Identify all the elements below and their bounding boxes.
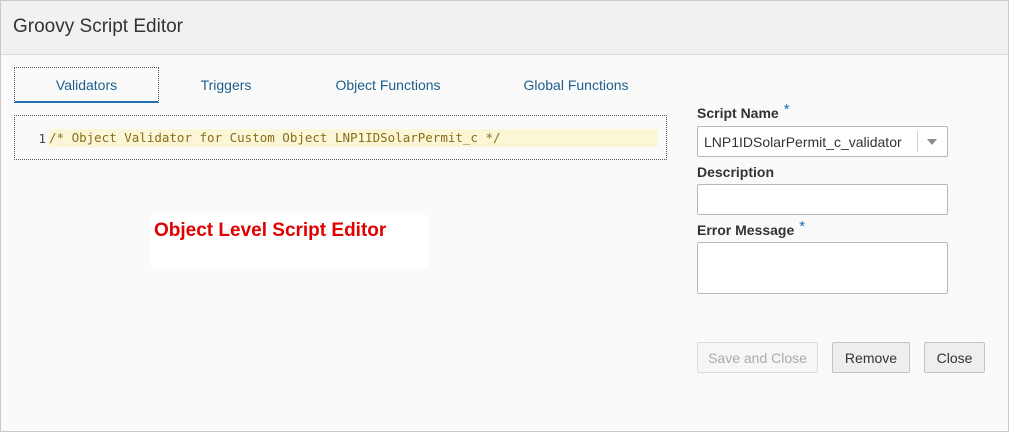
tab-label: Validators [55,76,118,93]
tab-object-functions[interactable]: Object Functions [319,67,457,103]
script-name-select[interactable]: LNP1IDSolarPermit_c_validator [697,126,948,157]
script-name-label-text: Script Name [697,105,779,121]
tab-label: Object Functions [335,77,441,93]
script-name-value: LNP1IDSolarPermit_c_validator [704,134,902,150]
tab-global-functions[interactable]: Global Functions [506,67,646,103]
line-number: 1 [38,130,46,146]
annotation-text: Object Level Script Editor [154,220,387,241]
annotation-callout: Object Level Script Editor [151,215,428,268]
script-name-label: Script Name * [697,101,790,122]
error-message-field[interactable] [697,242,948,294]
line-code[interactable]: /* Object Validator for Custom Object LN… [49,129,658,147]
tab-label: Global Functions [523,77,629,93]
error-message-label: Error Message * [697,218,805,239]
remove-label: Remove [844,349,898,366]
code-line[interactable]: 1 /* Object Validator for Custom Object … [26,129,658,147]
description-label: Description [697,164,774,180]
tab-validators[interactable]: Validators [14,67,159,103]
dialog-titlebar: Groovy Script Editor [1,1,1008,55]
required-marker: * [783,101,790,118]
description-field[interactable] [697,184,948,215]
description-label-text: Description [697,164,775,180]
save-and-close-label: Save and Close [708,349,807,366]
required-marker: * [799,218,806,235]
chevron-down-icon[interactable] [927,139,937,145]
dialog-title: Groovy Script Editor [13,16,183,37]
error-message-label-text: Error Message [697,222,795,238]
save-and-close-button[interactable]: Save and Close [697,342,818,373]
script-code-editor[interactable]: 1 /* Object Validator for Custom Object … [14,115,667,160]
groovy-script-editor-dialog: Groovy Script Editor Validators Triggers… [0,0,1009,432]
close-label: Close [936,349,973,366]
close-button[interactable]: Close [924,342,985,373]
select-divider [917,131,918,152]
tab-triggers[interactable]: Triggers [173,67,279,103]
tab-label: Triggers [200,77,252,93]
remove-button[interactable]: Remove [832,342,910,373]
